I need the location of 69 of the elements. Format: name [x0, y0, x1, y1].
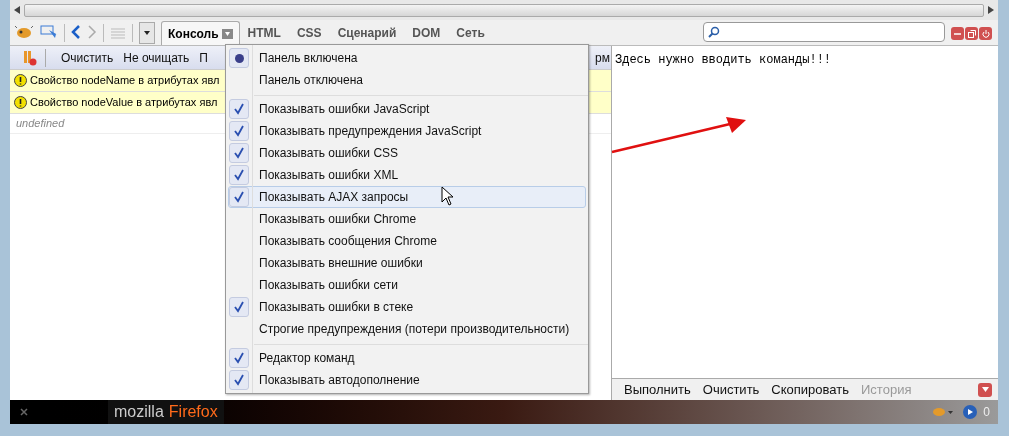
checkmark-icon: [233, 301, 245, 313]
warning-icon: [14, 74, 27, 87]
scroll-left-icon[interactable]: [14, 6, 20, 14]
detach-icon: [967, 29, 976, 38]
scroll-right-icon[interactable]: [988, 6, 994, 14]
panel-tab[interactable]: Сеть: [448, 21, 493, 45]
menu-item[interactable]: Показывать AJAX запросы: [228, 186, 586, 208]
checkmark-icon: [233, 191, 245, 203]
checkmark-icon: [233, 125, 245, 137]
caret-icon: [144, 31, 150, 35]
checkmark-icon: [233, 147, 245, 159]
editor-button[interactable]: Скопировать: [765, 379, 855, 400]
dropdown-caret-icon[interactable]: [948, 410, 954, 414]
search-field[interactable]: [703, 22, 945, 42]
horizontal-scrollbar[interactable]: [24, 3, 984, 17]
menu-item[interactable]: Показывать ошибки JavaScript: [228, 98, 586, 120]
panel-tab[interactable]: Консоль: [161, 21, 240, 45]
menu-item[interactable]: Показывать сообщения Chrome: [228, 230, 586, 252]
message-text: Свойство nodeName в атрибутах явл: [30, 73, 220, 89]
menu-item[interactable]: Показывать ошибки сети: [228, 274, 586, 296]
count-label: 0: [983, 404, 990, 421]
editor-button[interactable]: Очистить: [696, 379, 766, 400]
panel-tab[interactable]: DOM: [404, 21, 449, 45]
menu-item[interactable]: Строгие предупреждения (потери производительности): [228, 318, 586, 340]
tab-menu-icon[interactable]: [221, 28, 233, 39]
firefox-logo: mozilla Firefox: [108, 400, 224, 424]
menu-item[interactable]: Показывать автодополнение: [228, 369, 586, 391]
console-toolbar-button-fragment[interactable]: рм: [595, 48, 611, 67]
console-toolbar-button[interactable]: П: [194, 48, 213, 67]
menu-item[interactable]: Показывать ошибки XML: [228, 164, 586, 186]
warning-icon: [14, 96, 27, 109]
back-icon[interactable]: [71, 25, 81, 39]
menu-item[interactable]: Показывать ошибки CSS: [228, 142, 586, 164]
collapse-button[interactable]: [978, 382, 992, 397]
minimize-button[interactable]: [951, 27, 964, 40]
mouse-cursor-icon: [441, 186, 455, 206]
editor-button[interactable]: Выполнить: [618, 379, 697, 400]
message-text: Свойство nodeValue в атрибутах явл: [30, 95, 218, 111]
menu-item[interactable]: Показывать внешние ошибки: [228, 252, 586, 274]
menu-item[interactable]: Панель отключена: [228, 69, 586, 91]
checkmark-icon: [233, 103, 245, 115]
minus-icon: [954, 30, 961, 37]
checkmark-icon: [233, 374, 245, 386]
panel-tab[interactable]: HTML: [239, 21, 289, 45]
menu-item[interactable]: Показывать ошибки Chrome: [228, 208, 586, 230]
console-toolbar-button[interactable]: Не очищать: [118, 48, 195, 67]
detach-button[interactable]: [965, 27, 978, 40]
command-editor[interactable]: Здесь нужно вводить команды!!!: [612, 46, 998, 378]
panel-tab[interactable]: CSS: [288, 21, 330, 45]
power-icon: [981, 29, 990, 38]
menu-item[interactable]: Панель включена: [228, 47, 586, 69]
caret-icon: [981, 387, 989, 392]
forward-icon[interactable]: [87, 25, 97, 39]
message-text: undefined: [16, 116, 65, 132]
menu-item[interactable]: Показывать предупреждения JavaScript: [228, 120, 586, 142]
panel-tab[interactable]: Сценарий: [329, 21, 405, 45]
bug-icon[interactable]: [14, 24, 34, 40]
close-icon[interactable]: [20, 408, 28, 416]
power-button[interactable]: [979, 27, 992, 40]
dropdown-button[interactable]: [139, 22, 155, 44]
clear-filter-icon[interactable]: [23, 49, 37, 66]
menu-item[interactable]: Показывать ошибки в стеке: [228, 296, 586, 318]
checkmark-icon: [233, 169, 245, 181]
inspect-icon[interactable]: [40, 24, 58, 40]
console-toolbar-button[interactable]: Очистить: [56, 48, 119, 67]
checkmark-icon: [233, 352, 245, 364]
search-icon: [708, 26, 720, 38]
play-icon[interactable]: [963, 405, 978, 419]
menu-item[interactable]: Редактор команд: [228, 347, 586, 369]
